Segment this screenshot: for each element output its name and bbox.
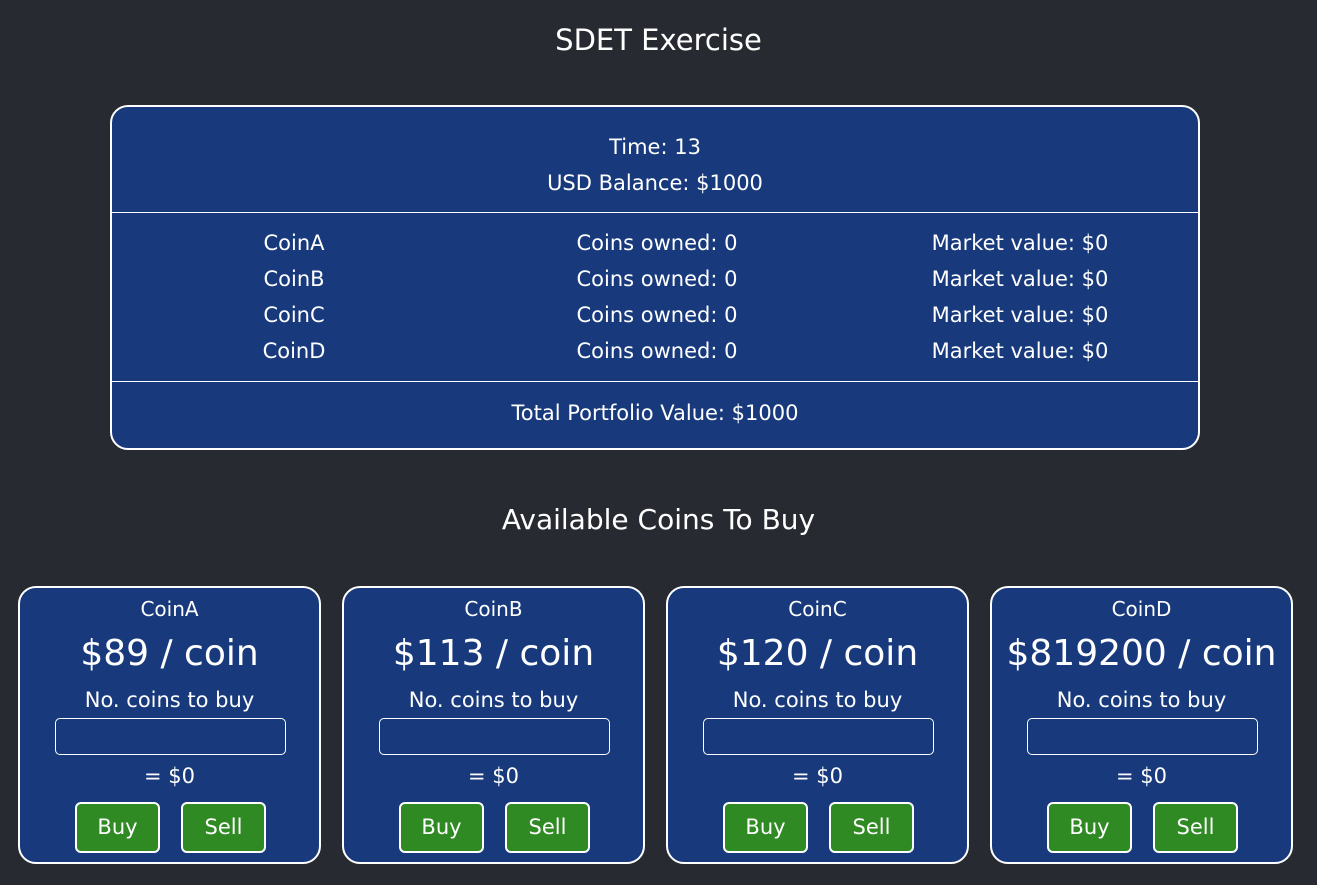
buy-quantity-label: No. coins to buy: [1056, 688, 1227, 712]
holding-row-coina: CoinA Coins owned: 0 Market value: $0: [112, 225, 1198, 261]
holding-row-coinc: CoinC Coins owned: 0 Market value: $0: [112, 297, 1198, 333]
buy-quantity-input[interactable]: [1027, 718, 1258, 755]
holding-market-value: Market value: $0: [931, 303, 1109, 327]
buy-quantity-label: No. coins to buy: [408, 688, 579, 712]
holding-coin-name: CoinA: [263, 231, 325, 255]
buy-quantity-input[interactable]: [55, 718, 286, 755]
order-total: = $0: [792, 764, 843, 788]
buy-button[interactable]: Buy: [723, 802, 808, 853]
holding-row-coind: CoinD Coins owned: 0 Market value: $0: [112, 333, 1198, 369]
coin-name: CoinB: [464, 597, 523, 621]
sell-button[interactable]: Sell: [181, 802, 266, 853]
holding-coin-name: CoinD: [262, 339, 326, 363]
coin-name: CoinC: [788, 597, 847, 621]
holdings-list: CoinA Coins owned: 0 Market value: $0 Co…: [112, 213, 1198, 382]
holding-coin-name: CoinB: [263, 267, 325, 291]
time-display: Time: 13: [609, 135, 701, 159]
holding-coins-owned: Coins owned: 0: [576, 267, 738, 291]
holding-market-value: Market value: $0: [931, 267, 1109, 291]
order-total: = $0: [144, 764, 195, 788]
buy-quantity-input[interactable]: [703, 718, 934, 755]
buy-button[interactable]: Buy: [1047, 802, 1132, 853]
holding-market-value: Market value: $0: [931, 339, 1109, 363]
sell-button[interactable]: Sell: [1153, 802, 1238, 853]
coin-price: $819200 / coin: [1006, 633, 1277, 674]
order-total: = $0: [1116, 764, 1167, 788]
page-title: SDET Exercise: [555, 23, 762, 57]
buy-quantity-input[interactable]: [379, 718, 610, 755]
buy-quantity-label: No. coins to buy: [84, 688, 255, 712]
buy-button[interactable]: Buy: [399, 802, 484, 853]
usd-balance: USD Balance: $1000: [547, 171, 763, 195]
coin-price: $113 / coin: [392, 633, 595, 674]
coin-price: $89 / coin: [80, 633, 259, 674]
coin-price: $120 / coin: [716, 633, 919, 674]
coin-card-coind: CoinD $819200 / coin No. coins to buy = …: [990, 586, 1293, 864]
coin-card-coinc: CoinC $120 / coin No. coins to buy = $0 …: [666, 586, 969, 864]
total-portfolio-value: Total Portfolio Value: $1000: [511, 401, 799, 425]
sell-button[interactable]: Sell: [829, 802, 914, 853]
holding-coin-name: CoinC: [263, 303, 325, 327]
holding-coins-owned: Coins owned: 0: [576, 339, 738, 363]
buy-button[interactable]: Buy: [75, 802, 160, 853]
holding-market-value: Market value: $0: [931, 231, 1109, 255]
holding-row-coinb: CoinB Coins owned: 0 Market value: $0: [112, 261, 1198, 297]
available-coins-title: Available Coins To Buy: [501, 503, 816, 536]
portfolio-panel: Time: 13 USD Balance: $1000 CoinA Coins …: [110, 105, 1200, 450]
coin-name: CoinA: [140, 597, 199, 621]
portfolio-summary: Time: 13 USD Balance: $1000: [112, 107, 1198, 213]
buy-quantity-label: No. coins to buy: [732, 688, 903, 712]
sell-button[interactable]: Sell: [505, 802, 590, 853]
holding-coins-owned: Coins owned: 0: [576, 303, 738, 327]
holding-coins-owned: Coins owned: 0: [576, 231, 738, 255]
coin-card-coinb: CoinB $113 / coin No. coins to buy = $0 …: [342, 586, 645, 864]
order-total: = $0: [468, 764, 519, 788]
coin-card-coina: CoinA $89 / coin No. coins to buy = $0 B…: [18, 586, 321, 864]
coin-name: CoinD: [1111, 597, 1172, 621]
